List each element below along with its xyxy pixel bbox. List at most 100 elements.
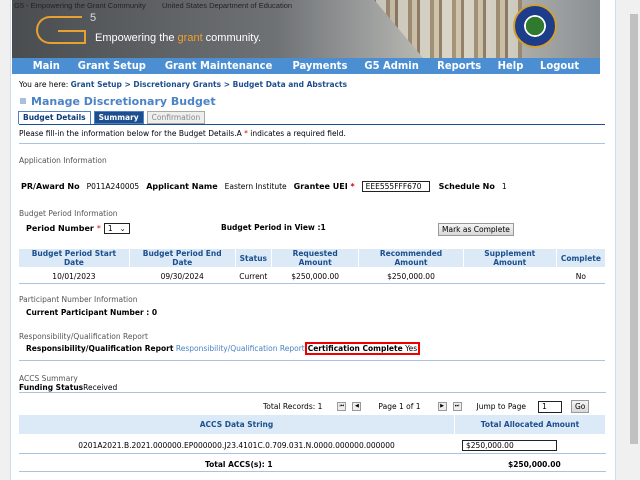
tab-bar: Budget Details Summary Confirmation [18,111,206,124]
nav-g5-admin[interactable]: G5 Admin [365,58,419,74]
breadcrumb: You are here: Grant Setup > Discretionar… [19,80,347,89]
col-complete: Complete [556,249,605,267]
ed-logo-alt: United States Department of Education [162,1,293,10]
nav-grant-maintenance[interactable]: Grant Maintenance [165,58,273,74]
jump-to-page-label: Jump to Page [476,402,527,411]
cell-complete: No [575,271,586,281]
breadcrumb-prefix: You are here: [19,80,71,89]
award-label: PR/Award No [21,182,80,191]
col-supplement: Supplement Amount [463,249,556,267]
divider [19,471,606,472]
col-accs-string: ACCS Data String [19,415,454,434]
table-header: Budget Period Start Date Budget Period E… [19,249,605,267]
divider [19,360,605,361]
breadcrumb-discretionary-grants[interactable]: Discretionary Grants [133,80,221,89]
col-status: Status [235,249,272,267]
breadcrumb-sep: > [121,80,134,89]
period-number-label: Period Number [26,224,94,233]
cell-requested: $250,000.00 [291,271,339,281]
mark-complete-button[interactable]: Mark as Complete [438,223,514,236]
accs-string-cell: 0201A2021.B.2021.000000.EP000000.J23.410… [78,440,395,450]
total-accs-amount: $250,000.00 [508,460,561,469]
chevron-down-icon: ⌄ [119,224,126,233]
page-title-text: Manage Discretionary Budget [31,95,216,108]
main-nav: Main Grant Setup Grant Maintenance Payme… [12,58,600,74]
nav-logout[interactable]: Logout [540,58,579,74]
table-row: 0201A2021.B.2021.000000.EP000000.J23.410… [19,435,605,455]
responsibility-report-link[interactable]: Responsibility/Qualification Report [176,344,305,353]
budget-period-table: Budget Period Start Date Budget Period E… [18,248,606,285]
participant-number: Current Participant Number : 0 [26,308,158,317]
uei-label: Grantee UEI * [293,182,355,191]
nav-payments[interactable]: Payments [292,58,347,74]
instructions: Please fill-in the information below for… [19,129,346,138]
allocated-amount-cell: $250,000.00 [455,435,605,455]
budget-period-in-view: Budget Period in View :1 [221,223,326,232]
first-page-icon[interactable]: ⏮ [337,402,347,411]
required-star: * [96,224,101,233]
col-total-allocated: Total Allocated Amount [455,415,605,434]
divider [19,453,606,454]
application-info-heading: Application Information [19,156,107,165]
nav-reports[interactable]: Reports [437,58,481,74]
tab-budget-details[interactable]: Budget Details [18,111,91,124]
breadcrumb-grant-setup[interactable]: Grant Setup [71,80,122,89]
cell-end-date: 09/30/2024 [160,271,204,281]
nav-grant-setup[interactable]: Grant Setup [77,58,145,74]
schedule-label: Schedule No [438,182,495,191]
responsibility-label: Responsibility/Qualification Report [26,344,174,353]
applicant-value: Eastern Institute [224,182,287,191]
nav-main[interactable]: Main [33,58,60,74]
responsibility-heading: Responsibility/Qualification Report [19,332,148,341]
table-row: 10/01/2023 09/30/2024 Current $250,000.0… [19,268,605,284]
period-number-row: Period Number * 1 ⌄ [26,223,130,234]
page-title: Manage Discretionary Budget [20,95,216,108]
uei-input[interactable]: EEE555FFF670 [361,181,430,192]
col-requested: Requested Amount [272,249,359,267]
pagination: Total Records: 1 ⏮ ◀ Page 1 of 1 ▶ ⏭ Jum… [263,400,590,413]
scrollbar[interactable] [628,0,640,480]
total-records: Total Records: 1 [263,402,323,411]
breadcrumb-sep: > [221,80,233,89]
go-button[interactable]: Go [571,400,590,413]
divider [19,392,606,393]
last-page-icon[interactable]: ⏭ [452,402,462,411]
title-bullet-icon [20,98,26,104]
col-start-date: Budget Period Start Date [19,249,129,267]
nav-help[interactable]: Help [498,58,524,74]
col-recommended: Recommended Amount [359,249,463,267]
jump-page-input[interactable]: 1 [538,400,562,413]
g5-logo-icon-part [58,30,86,44]
library-image [374,0,522,58]
certification-label: Certification Complete [307,344,403,353]
scrollbar-thumb[interactable] [630,14,638,444]
tab-summary[interactable]: Summary [93,111,144,124]
total-accs-label: Total ACCS(s): 1 [205,460,273,469]
cell-status: Current [239,271,268,281]
next-page-icon[interactable]: ▶ [437,402,447,411]
g5-logo-5: 5 [90,12,97,24]
cell-start-date: 10/01/2023 [52,271,96,281]
cell-recommended: $250,000.00 [387,271,435,281]
accs-heading: ACCS Summary [19,374,78,383]
department-seal-icon [513,4,557,48]
g5-logo-alt: G5 - Empowering the Grant Community [14,1,146,10]
breadcrumb-budget-data[interactable]: Budget Data and Abstracts [233,80,347,89]
tab-confirmation[interactable]: Confirmation [146,111,206,124]
col-end-date: Budget Period End Date [129,249,235,267]
certification-highlight: Certification Complete Yes [304,342,421,355]
period-number-select[interactable]: 1 ⌄ [103,223,130,234]
certification-value: Yes [405,344,418,353]
page-indicator: Page 1 of 1 [378,402,421,411]
participant-heading: Participant Number Information [19,295,138,304]
schedule-value: 1 [501,182,507,191]
cell-supplement [464,268,556,284]
applicant-label: Applicant Name [146,182,218,191]
prev-page-icon[interactable]: ◀ [352,402,362,411]
award-value: P011A240005 [86,182,140,191]
table-header: ACCS Data String Total Allocated Amount [19,415,605,434]
allocated-amount-input[interactable]: $250,000.00 [462,439,557,451]
accs-table: ACCS Data String Total Allocated Amount … [18,414,606,456]
tagline: Empowering the grant community. [95,32,262,44]
funding-status: Funding StatusReceived [19,383,118,392]
